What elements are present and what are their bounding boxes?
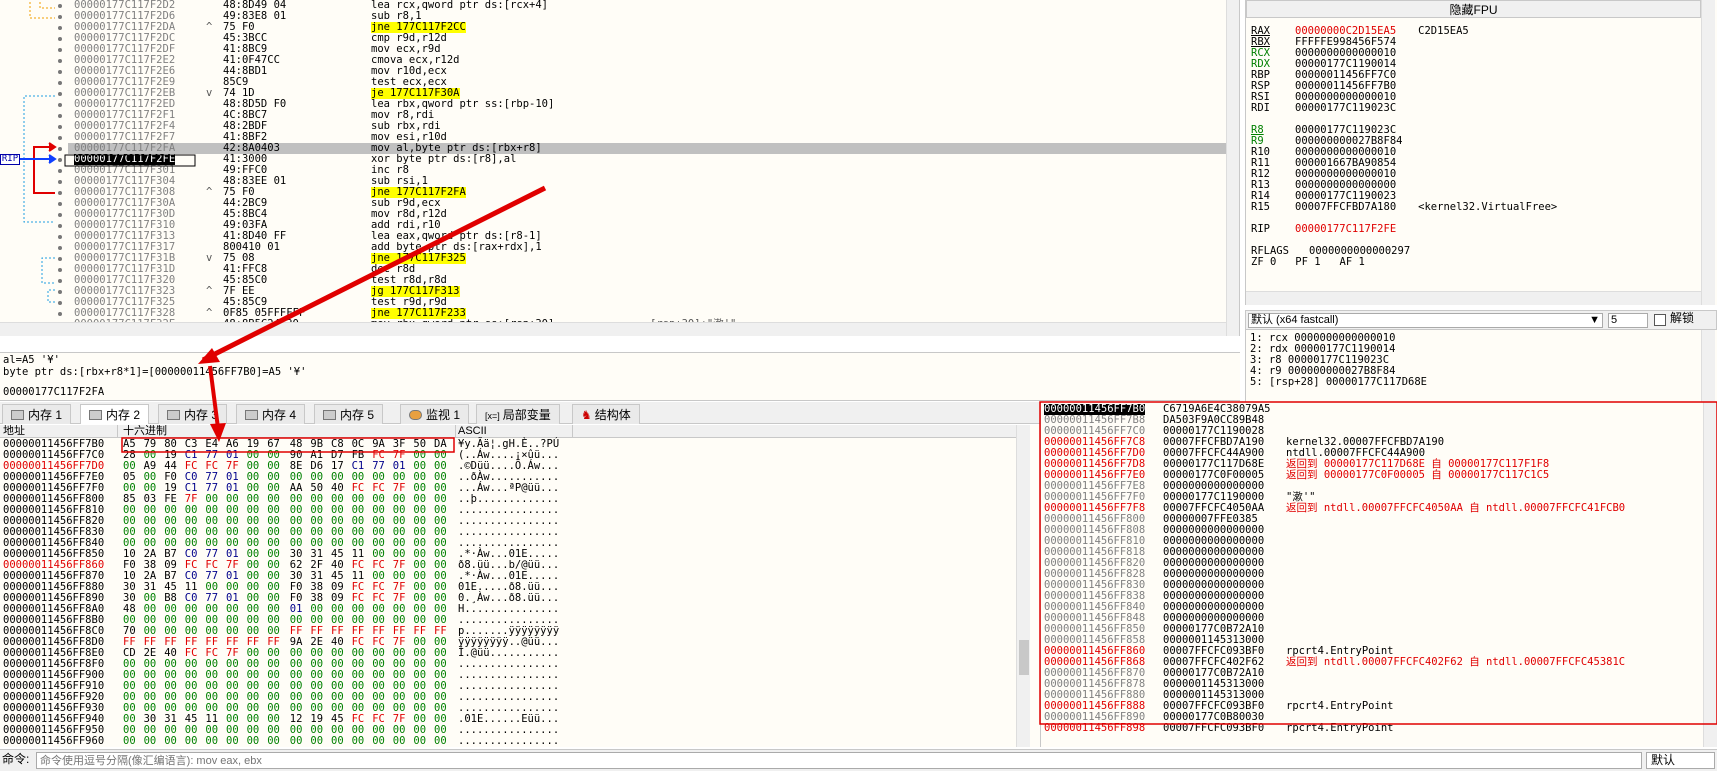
stack-comment: 返回到 00000177C0F00005 自 00000177C117C1C5 (1286, 469, 1550, 481)
tab-memory-3[interactable]: 内存 3 (158, 404, 228, 424)
call-arg-line: 2: rdx 00000177C1190014 (1250, 344, 1396, 355)
tab-memory-2[interactable]: 内存 2 (80, 404, 150, 424)
breakpoint-dots (58, 4, 62, 327)
tab-watch-1[interactable]: 监视 1 (400, 404, 470, 424)
watch-icon (409, 410, 422, 420)
dump-header-hex: 十六进制 (123, 425, 167, 437)
args-vscrollbar[interactable] (1701, 330, 1715, 402)
jump-direction-marker: ^ (206, 285, 213, 297)
branch-arrow (29, 2, 55, 19)
flags-line: ZF 0 PF 1 AF 1 (1251, 256, 1365, 268)
hide-fpu-button[interactable]: 隐藏FPU (1246, 0, 1701, 18)
loop-arrow (33, 146, 55, 194)
info-line-1: al=A5 '¥' (3, 354, 60, 366)
command-input[interactable] (36, 752, 1642, 769)
dump-tabs: 内存 1 内存 2 内存 3 内存 4 内存 5 监视 1 [x=] 局部变量 ♞… (0, 402, 1040, 424)
call-arg-line: 4: r9 000000000027B8F84 (1250, 366, 1396, 377)
jump-direction-marker: v (206, 87, 213, 99)
command-mode-select[interactable]: 默认 (1646, 752, 1715, 769)
tab-struct[interactable]: ♞ 结构体 (572, 404, 640, 424)
callconv-select[interactable]: 默认 (x64 fastcall) ▼ (1248, 313, 1603, 328)
arg-count-stepper[interactable]: 5 (1608, 313, 1648, 328)
chevron-down-icon: ▼ (1589, 314, 1600, 326)
jump-direction-marker: ^ (206, 186, 213, 198)
tab-memory-4[interactable]: 内存 4 (236, 404, 306, 424)
locals-icon: [x=] (485, 411, 500, 421)
callconv-bar: 默认 (x64 fastcall) ▼ 5 解锁 (1245, 310, 1717, 330)
registers-pane[interactable]: 隐藏FPU RAX 00000000C2D15EA5 C2D15EA5 RBX FFFF… (1245, 0, 1717, 305)
disassembly-rows: 00000177C117F2D2 48:8D49 04 lea rcx,qword … (68, 0, 1228, 330)
memory-icon (89, 410, 102, 420)
stack-row[interactable]: 00000011456FF898 00007FFCFC093BF0 rpcrt4.E… (1041, 723, 1701, 734)
branch-arrow (41, 257, 55, 284)
dump-address: 00000011456FF960 (3, 735, 105, 747)
hex-dump-pane[interactable]: 地址 十六进制 ASCII 00000011456FF7B0 A5 79 80 C3 E4… (0, 425, 1040, 747)
regs-vscrollbar[interactable] (1701, 0, 1715, 305)
dump-header-address: 地址 (3, 425, 25, 437)
tab-locals[interactable]: [x=] 局部变量 (476, 404, 560, 424)
register-value: 00000177C119023C (1295, 102, 1397, 114)
call-arg-line: 3: r8 00000177C119023C (1250, 355, 1390, 366)
memory-icon (245, 410, 258, 420)
register-name: RIP (1251, 223, 1270, 235)
dump-rows: 00000011456FF7B0 A5 79 80 C3 E4 A6 19 67 48 9B C8 0C… (0, 439, 1030, 747)
call-args-pane: 1: rcx 0000000000000010 2: rdx 00000177C1… (1245, 330, 1717, 402)
unlock-label: 解锁 (1670, 311, 1695, 325)
dump-ascii: ................ (458, 735, 560, 747)
register-name: RDI (1251, 102, 1270, 114)
callconv-value: 默认 (x64 fastcall) (1251, 314, 1339, 326)
call-arg-line: 1: rcx 0000000000000010 (1250, 333, 1396, 344)
memory-icon (167, 410, 180, 420)
dump-header: 地址 十六进制 ASCII (0, 425, 1030, 438)
memory-icon (11, 410, 24, 420)
register-value: 00007FFCFBD7A180 (1295, 201, 1397, 213)
register-line[interactable]: RDI 00000177C119023C (1251, 103, 1396, 114)
register-line[interactable]: RIP 00000177C117F2FE (1251, 224, 1396, 235)
command-bar: 命令: 默认 (0, 749, 1717, 771)
call-arg-line: 5: [rsp+28] 00000177C117D68E (1250, 377, 1428, 388)
register-name: R15 (1251, 201, 1270, 213)
dump-header-ascii: ASCII (458, 425, 487, 437)
register-annotation: C2D15EA5 (1418, 25, 1469, 37)
branch-arrow (47, 289, 55, 303)
info-line-3: 00000177C117F2FA (3, 386, 105, 398)
info-line-2: byte ptr ds:[rbx+r8*1]=[00000011456FF7B0… (3, 366, 307, 378)
stack-pane[interactable]: 00000011456FF7B0 C6719A6E4C38079A5 0000001… (1040, 402, 1717, 747)
stack-comment: 返回到 ntdll.00007FFCFC402F62 自 ntdll.00007… (1286, 656, 1626, 668)
tab-memory-1[interactable]: 内存 1 (2, 404, 72, 424)
tab-memory-5[interactable]: 内存 5 (314, 404, 384, 424)
stack-vscrollbar[interactable] (1703, 402, 1717, 747)
info-pane: al=A5 '¥' byte ptr ds:[rbx+r8*1]=[000000… (0, 352, 1240, 401)
register-annotation: <kernel32.VirtualFree> (1418, 201, 1558, 213)
register-line[interactable]: R15 00007FFCFBD7A180 <kernel32.VirtualFree… (1251, 202, 1557, 213)
stack-comment: rpcrt4.EntryPoint (1286, 722, 1394, 734)
dump-vscrollbar[interactable] (1016, 425, 1030, 747)
arg-count-value: 5 (1611, 314, 1618, 326)
stack-address: 00000011456FF898 (1044, 722, 1146, 734)
disasm-hscrollbar[interactable] (0, 322, 1228, 336)
disassembly-pane[interactable]: RIP 00000177C117F2D2 48:8D49 04 lea rcx,qw… (0, 0, 1240, 336)
register-value: 00000177C117F2FE (1295, 223, 1397, 235)
stack-comment: rpcrt4.EntryPoint (1286, 700, 1394, 712)
struct-icon: ♞ (581, 408, 592, 422)
branch-arrows (18, 2, 62, 327)
jump-direction-marker: ^ (206, 21, 213, 33)
jump-direction-marker: ^ (206, 307, 213, 319)
rip-label: RIP (0, 154, 20, 165)
disasm-vscrollbar[interactable] (1226, 0, 1239, 336)
regs-hscrollbar[interactable] (1246, 291, 1701, 305)
dump-row[interactable]: 00000011456FF960 00 00 00 00 00 00 00 00 00 00 00 00… (0, 736, 1030, 747)
command-mode-value: 默认 (1651, 753, 1676, 767)
unlock-checkbox[interactable] (1654, 314, 1666, 326)
jump-direction-marker: v (206, 252, 213, 264)
stack-comment: 返回到 ntdll.00007FFCFC4050AA 自 ntdll.00007… (1286, 502, 1626, 514)
branch-arrow (39, 2, 55, 9)
stack-rows: 00000011456FF7B0 C6719A6E4C38079A5 0000001… (1041, 404, 1701, 734)
memory-icon (323, 410, 336, 420)
command-label: 命令: (2, 752, 30, 766)
stack-value: 00007FFCFC093BF0 (1163, 722, 1265, 734)
